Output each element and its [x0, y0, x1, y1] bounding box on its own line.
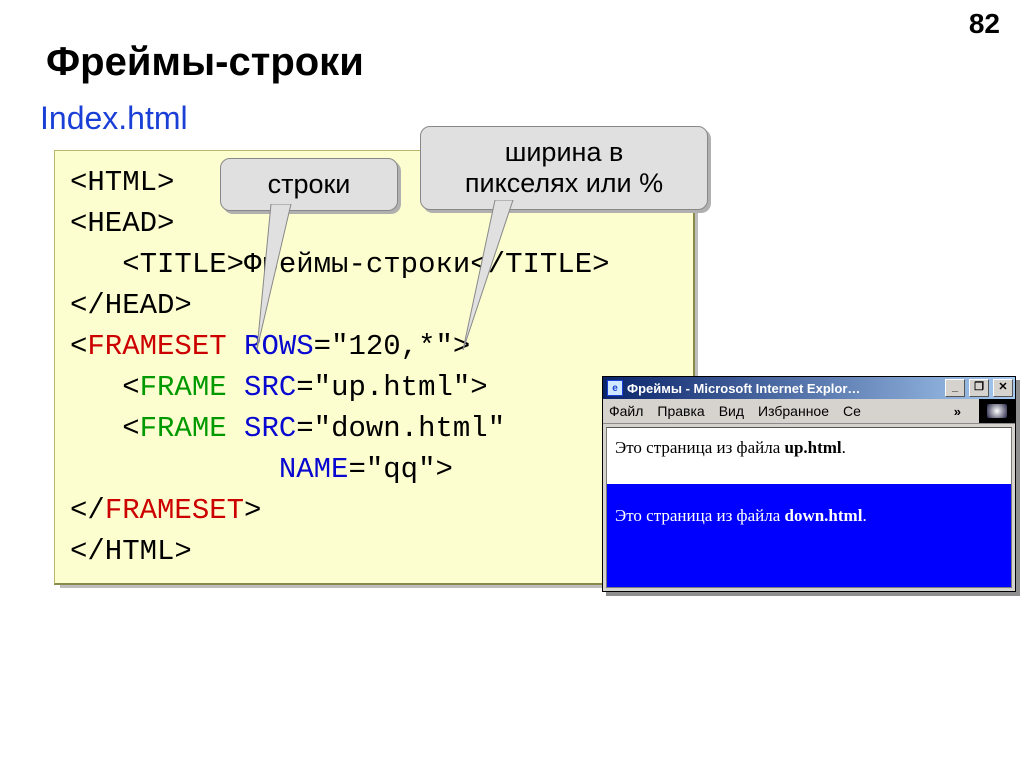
code-line: </HTML>	[70, 535, 192, 568]
attr-value: ="up.html">	[296, 371, 487, 404]
titlebar: e Фреймы - Microsoft Internet Explor… _ …	[603, 377, 1015, 399]
attr-name: NAME	[279, 453, 349, 486]
tag-name: FRAMESET	[87, 330, 226, 363]
frame-bottom-text: Это страница из файла	[615, 506, 785, 525]
menu-truncated[interactable]: Се	[843, 403, 861, 419]
window-title: Фреймы - Microsoft Internet Explor…	[627, 381, 941, 396]
code-line: <HTML>	[70, 166, 174, 199]
filename-label: Index.html	[40, 100, 188, 137]
slide-heading: Фреймы-строки	[46, 40, 364, 85]
frame-top-text: Это страница из файла	[615, 438, 785, 457]
callout-tail-icon	[455, 200, 515, 360]
menu-file[interactable]: Файл	[609, 403, 643, 419]
space	[227, 371, 244, 404]
angle: >	[244, 494, 261, 527]
angle: <	[122, 371, 139, 404]
frameset-area: Это страница из файла up.html. Это стран…	[606, 427, 1012, 588]
close-button[interactable]: ✕	[993, 379, 1013, 397]
maximize-button[interactable]: ❐	[969, 379, 989, 397]
callout-width: ширина в пикселях или %	[420, 126, 708, 210]
attr-value: ="120,*">	[314, 330, 471, 363]
tag-name: FRAMESET	[105, 494, 244, 527]
frame-bottom-bold: down.html	[785, 506, 863, 525]
menu-view[interactable]: Вид	[719, 403, 744, 419]
angle: <	[70, 330, 87, 363]
attr-name: SRC	[244, 371, 296, 404]
code-token: <TITLE>	[122, 248, 244, 281]
indent	[70, 453, 279, 486]
browser-window: e Фреймы - Microsoft Internet Explor… _ …	[602, 376, 1016, 592]
tag-name: FRAME	[140, 371, 227, 404]
menu-edit[interactable]: Правка	[657, 403, 704, 419]
frame-bottom: Это страница из файла down.html.	[607, 484, 1011, 587]
frame-top-post: .	[842, 438, 846, 457]
tag-name: FRAME	[140, 412, 227, 445]
attr-name: SRC	[244, 412, 296, 445]
angle: </	[70, 494, 105, 527]
space	[227, 412, 244, 445]
frame-bottom-post: .	[862, 506, 866, 525]
menubar: Файл Правка Вид Избранное Се »	[603, 399, 1015, 424]
minimize-button[interactable]: _	[945, 379, 965, 397]
callout-tail-icon	[253, 204, 303, 354]
callout-text: строки	[268, 169, 351, 199]
attr-value: ="down.html"	[296, 412, 505, 445]
throbber-icon	[979, 399, 1015, 423]
space	[227, 330, 244, 363]
callout-rows: строки	[220, 158, 398, 211]
code-listing: <HTML> <HEAD> <TITLE>Фреймы-строки</TITL…	[70, 162, 610, 572]
menu-favorites[interactable]: Избранное	[758, 403, 829, 419]
ie-icon: e	[607, 380, 623, 396]
attr-value: ="qq">	[348, 453, 452, 486]
menu-overflow-chevron-icon[interactable]: »	[954, 404, 965, 419]
callout-text: пикселях или %	[439, 168, 689, 199]
code-line: <HEAD>	[70, 207, 174, 240]
code-line: </HEAD>	[70, 289, 192, 322]
page-number: 82	[969, 8, 1000, 40]
frame-top-bold: up.html	[785, 438, 842, 457]
callout-text: ширина в	[439, 137, 689, 168]
angle: <	[122, 412, 139, 445]
